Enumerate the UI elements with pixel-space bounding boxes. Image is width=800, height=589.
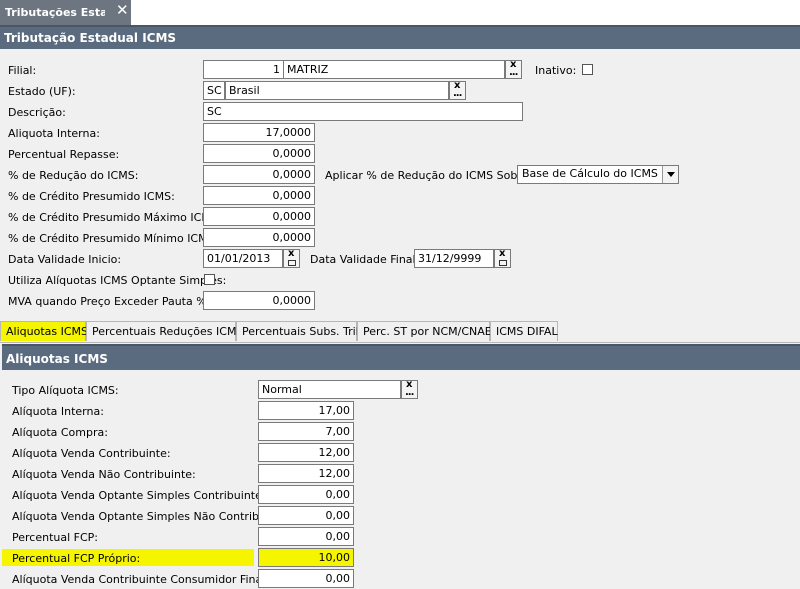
inativo-label: Inativo: — [535, 64, 577, 77]
percentual-repasse-label: Percentual Repasse: — [8, 148, 120, 161]
credito-presumido-max-field[interactable]: 0,0000 — [203, 207, 315, 226]
estado-label: Estado (UF): — [8, 85, 76, 98]
calendar-icon — [288, 260, 296, 266]
data-final-label: Data Validade Final: — [310, 253, 420, 266]
data-inicio-field[interactable]: 01/01/2013 — [203, 249, 283, 268]
clear-icon: x — [288, 248, 295, 259]
clear-icon: x — [499, 248, 506, 259]
aliquota-row-label: Alíquota Compra: — [12, 426, 108, 439]
ellipsis-icon: ... — [509, 67, 518, 78]
reducao-icms-label: % de Redução do ICMS: — [8, 169, 139, 182]
utiliza-simples-label: Utiliza Alíquotas ICMS Optante Simples: — [8, 274, 227, 287]
descricao-field[interactable]: SC — [203, 102, 523, 121]
aplicar-reducao-select[interactable]: Base de Cálculo do ICMS — [517, 165, 679, 184]
aliquota-interna-field[interactable]: 17,0000 — [203, 123, 315, 142]
filial-code-field[interactable]: 1 — [203, 60, 284, 79]
mva-label: MVA quando Preço Exceder Pauta %: — [8, 295, 211, 308]
filial-label: Filial: — [8, 64, 37, 77]
reducao-icms-field[interactable]: 0,0000 — [203, 165, 315, 184]
tab-icms-difal[interactable]: ICMS DIFAL — [490, 321, 558, 341]
data-final-calendar-button[interactable]: x — [494, 248, 511, 268]
aliquota-row-field[interactable]: 10,00 — [258, 548, 354, 567]
aliquota-row-field[interactable]: 17,00 — [258, 401, 354, 420]
estado-uf-field[interactable]: SC — [203, 81, 225, 100]
aliquota-row-label: Percentual FCP: — [12, 531, 99, 544]
tab-bar: Aliquotas ICMS Percentuais Reduções ICMS… — [0, 321, 800, 343]
data-inicio-calendar-button[interactable]: x — [283, 248, 300, 268]
aliquota-row-label: Alíquota Venda Contribuinte: — [12, 447, 171, 460]
tab-perc-st-ncm[interactable]: Perc. ST por NCM/CNAE — [357, 321, 492, 341]
tipo-aliquota-field[interactable]: Normal — [258, 380, 401, 399]
aliquota-row-field[interactable]: 12,00 — [258, 443, 354, 462]
credito-presumido-label: % de Crédito Presumido ICMS: — [8, 190, 175, 203]
ellipsis-icon: ... — [453, 88, 462, 99]
aliquota-row-field[interactable]: 0,00 — [258, 485, 354, 504]
data-inicio-label: Data Validade Inicio: — [8, 253, 122, 266]
descricao-label: Descrição: — [8, 106, 66, 119]
data-final-field[interactable]: 31/12/9999 — [414, 249, 494, 268]
calendar-icon — [499, 260, 507, 266]
aliquota-row-label: Alíquota Venda Optante Simples Não Contr… — [12, 510, 291, 523]
aplicar-reducao-label: Aplicar % de Redução do ICMS Sobre: — [325, 169, 533, 182]
aliquota-row-label: Alíquota Venda Não Contribuinte: — [12, 468, 196, 481]
credito-presumido-field[interactable]: 0,0000 — [203, 186, 315, 205]
filial-lookup-button[interactable]: x ... — [505, 59, 522, 79]
aliquota-row-field[interactable]: 12,00 — [258, 464, 354, 483]
aliquota-row-field[interactable]: 7,00 — [258, 422, 354, 441]
utiliza-simples-checkbox[interactable] — [204, 274, 215, 285]
estado-name-field[interactable]: Brasil — [225, 81, 449, 100]
credito-presumido-min-field[interactable]: 0,0000 — [203, 228, 315, 247]
tab-percentuais-subs-trib[interactable]: Percentuais Subs. Trib. — [236, 321, 366, 341]
tab-aliquotas-icms[interactable]: Aliquotas ICMS — [0, 321, 88, 341]
document-tab[interactable]: Tributações Esta... ✕ — [0, 0, 131, 25]
inativo-checkbox[interactable] — [582, 64, 593, 75]
aliquota-interna-label: Aliquota Interna: — [8, 127, 100, 140]
credito-presumido-max-label: % de Crédito Presumido Máximo ICMS: — [8, 211, 222, 224]
estado-lookup-button[interactable]: x ... — [449, 80, 466, 100]
aliquota-row-field[interactable]: 0,00 — [258, 506, 354, 525]
close-tab-icon[interactable]: ✕ — [116, 1, 129, 19]
aliquota-row-field[interactable]: 0,00 — [258, 569, 354, 588]
credito-presumido-min-label: % de Crédito Presumido Mínimo ICMS: — [8, 232, 219, 245]
aliquota-row-label: Percentual FCP Próprio: — [12, 552, 141, 565]
aliquota-row-label: Alíquota Venda Contribuinte Consumidor F… — [12, 573, 269, 586]
aliquota-row-label: Alíquota Venda Optante Simples Contribui… — [12, 489, 266, 502]
aplicar-reducao-value: Base de Cálculo do ICMS — [522, 167, 658, 180]
aliquota-row-label: Alíquota Interna: — [12, 405, 104, 418]
ellipsis-icon: ... — [405, 387, 414, 398]
main-header: Tributação Estadual ICMS — [0, 25, 800, 49]
mva-field[interactable]: 0,0000 — [203, 291, 315, 310]
main-header-title: Tributação Estadual ICMS — [4, 31, 177, 45]
chevron-down-icon[interactable] — [662, 166, 678, 183]
document-tab-title: Tributações Esta... — [5, 6, 105, 19]
tipo-aliquota-lookup-button[interactable]: x ... — [401, 379, 418, 399]
filial-name-field[interactable]: MATRIZ — [283, 60, 505, 79]
aliquota-row-field[interactable]: 0,00 — [258, 527, 354, 546]
aliquotas-header: Aliquotas ICMS — [2, 344, 800, 370]
aliquotas-header-title: Aliquotas ICMS — [6, 352, 108, 366]
tipo-aliquota-label: Tipo Alíquota ICMS: — [12, 384, 119, 397]
tab-percentuais-reducoes[interactable]: Percentuais Reduções ICMS — [86, 321, 243, 341]
percentual-repasse-field[interactable]: 0,0000 — [203, 144, 315, 163]
